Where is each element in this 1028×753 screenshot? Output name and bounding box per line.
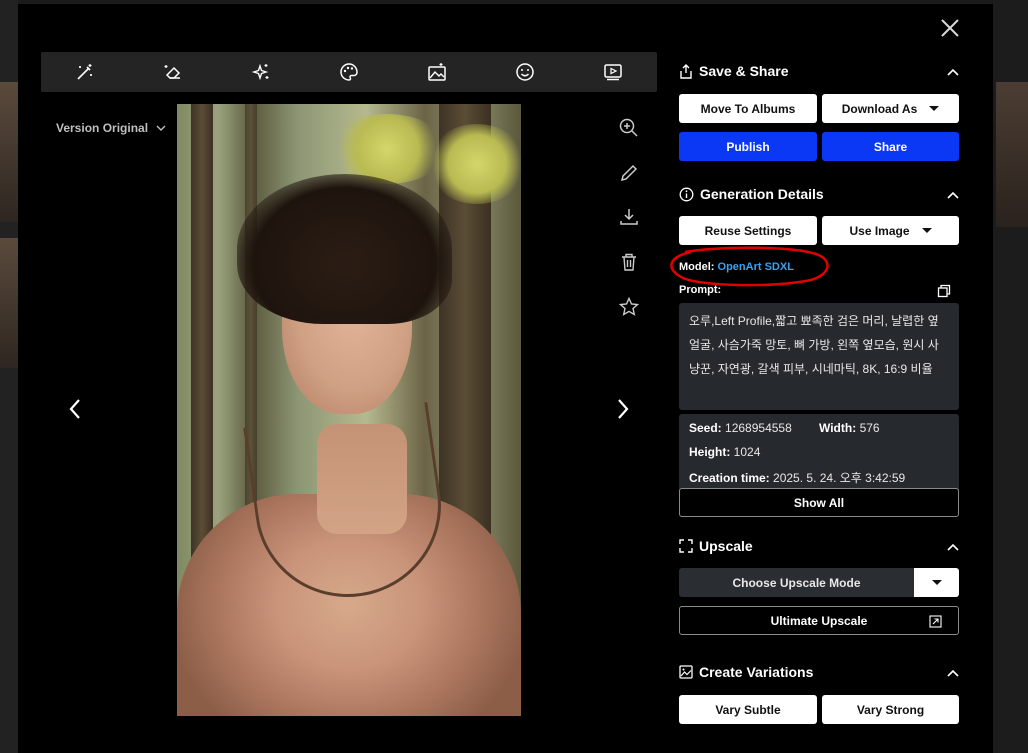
variations-icon [679,665,693,679]
star-icon[interactable] [618,296,640,318]
move-to-albums-button[interactable]: Move To Albums [679,94,817,123]
share-button[interactable]: Share [822,132,959,161]
palette-icon[interactable] [336,59,362,85]
background-thumbnail [996,82,1028,227]
external-link-icon [929,615,942,628]
generated-image [177,104,521,716]
download-icon[interactable] [618,206,640,228]
background-gallery-right [993,0,1028,753]
model-link[interactable]: OpenArt SDXL [718,261,794,273]
close-icon[interactable] [938,16,962,40]
eraser-icon[interactable] [160,59,186,85]
height-field: Height: 1024 [689,445,761,459]
seed-field: Seed: 1268954558 [689,421,792,435]
section-save-share-title: Save & Share [679,63,789,79]
version-selector[interactable]: Version Original [56,121,166,135]
edit-toolbar [41,52,657,92]
expand-icon [679,539,693,553]
prompt-label: Prompt: [679,284,722,296]
share-upload-icon [680,63,692,79]
show-all-button[interactable]: Show All [679,488,959,517]
choose-upscale-mode-dropdown[interactable]: Choose Upscale Mode [679,568,914,597]
chevron-up-icon[interactable] [946,541,960,555]
info-icon [679,187,694,201]
width-field: Width: 576 [819,421,880,435]
magic-wand-icon[interactable] [72,59,98,85]
caret-down-icon [931,580,942,585]
chevron-up-icon[interactable] [946,667,960,681]
caret-down-icon [929,106,940,111]
copy-icon[interactable] [937,284,951,298]
caret-down-icon [921,228,932,233]
video-icon[interactable] [600,59,626,85]
image-edit-icon[interactable] [424,59,450,85]
zoom-in-icon[interactable] [618,117,640,139]
publish-button[interactable]: Publish [679,132,817,161]
trash-icon[interactable] [618,251,640,273]
ultimate-upscale-button[interactable]: Ultimate Upscale [679,606,959,635]
section-variations-title: Create Variations [679,664,813,680]
download-as-button[interactable]: Download As [822,94,959,123]
creation-time-field: Creation time: 2025. 5. 24. 오후 3:42:59 [689,471,906,485]
upscale-mode-caret-button[interactable] [914,568,959,597]
background-gallery-left [0,0,18,753]
use-image-button[interactable]: Use Image [822,216,959,245]
vary-strong-button[interactable]: Vary Strong [822,695,959,724]
next-arrow-icon[interactable] [610,397,634,421]
section-upscale-title: Upscale [679,538,753,554]
generation-metadata: Seed: 1268954558 Width: 576 Height: 1024… [679,414,959,490]
background-thumbnail [0,82,18,222]
version-label: Version Original [56,121,149,135]
model-info: Model: OpenArt SDXL [679,261,794,273]
background-thumbnail [0,238,18,368]
sparkles-icon[interactable] [248,59,274,85]
previous-arrow-icon[interactable] [64,397,88,421]
face-icon[interactable] [512,59,538,85]
edit-pencil-icon[interactable] [618,162,640,184]
reuse-settings-button[interactable]: Reuse Settings [679,216,817,245]
vary-subtle-button[interactable]: Vary Subtle [679,695,817,724]
prompt-text: 오루,Left Profile,짧고 뾰족한 검은 머리, 날렵한 옆얼굴, 사… [679,303,959,410]
chevron-up-icon[interactable] [946,66,960,80]
chevron-up-icon[interactable] [946,189,960,203]
section-generation-title: Generation Details [679,186,824,202]
image-detail-modal: Version Original Save & Share Move To Al… [18,4,993,753]
chevron-down-icon [156,125,166,131]
